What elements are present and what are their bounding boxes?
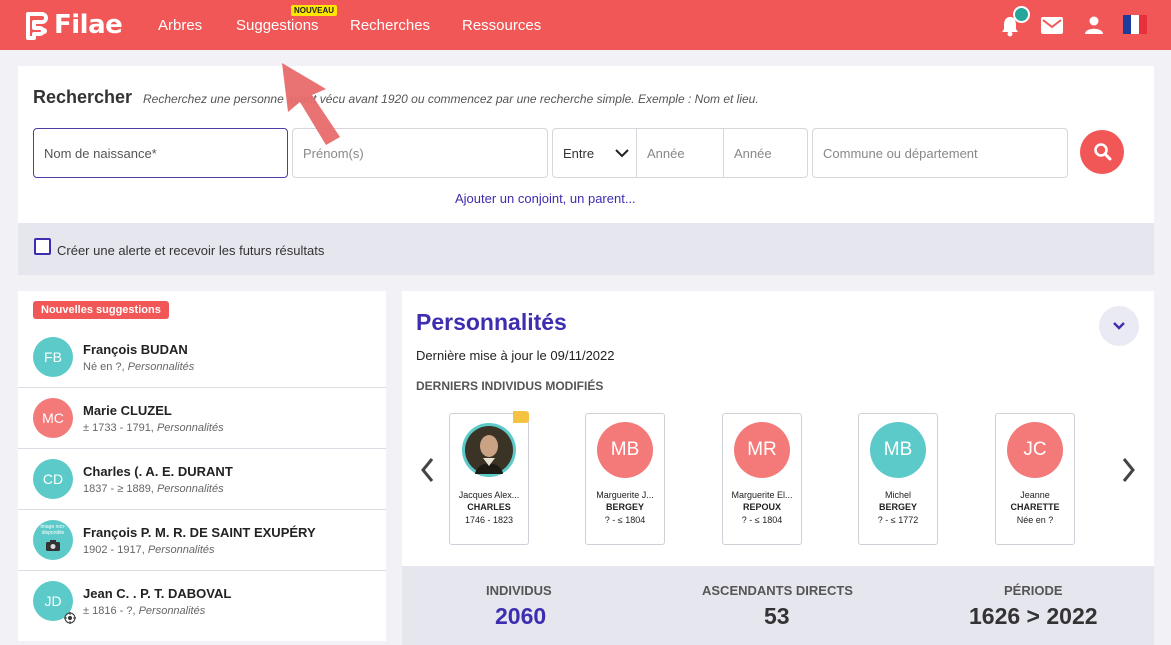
card-first-name: Michel — [884, 490, 911, 500]
stat-value-individus[interactable]: 2060 — [495, 603, 546, 630]
range-select-value: Entre — [563, 145, 595, 161]
new-badge: NOUVEAU — [291, 5, 338, 16]
tag-marker — [513, 411, 529, 423]
section-heading: DERNIERS INDIVIDUS MODIFIÉS — [416, 379, 604, 393]
card-last-name: CHARETTE — [1010, 502, 1060, 512]
user-icon[interactable] — [1085, 16, 1103, 34]
pointer-arrow — [282, 63, 340, 145]
avatar: JC — [1007, 422, 1063, 478]
suggestion-name: François BUDAN — [83, 342, 188, 357]
suggestion-item[interactable]: CD Charles (. A. E. DURANT 1837 - ≥ 1889… — [18, 449, 386, 510]
avatar: MC — [33, 398, 73, 438]
suggestion-item[interactable]: JD Jean C. . P. T. DABOVAL ± 1816 - ?, P… — [18, 571, 386, 632]
suggestion-meta: ± 1733 - 1791, Personnalités — [83, 422, 224, 434]
carousel-next-icon[interactable] — [1122, 457, 1136, 483]
avatar: MR — [734, 422, 790, 478]
nav-suggestions[interactable]: Suggestions — [236, 17, 319, 34]
search-subtitle: Recherchez une personne ayant vécu avant… — [143, 92, 759, 106]
card-dates: 1746 - 1823 — [464, 515, 514, 525]
add-relative-link[interactable]: Ajouter un conjoint, un parent... — [455, 191, 636, 206]
stat-label-ascendants: ASCENDANTS DIRECTS — [702, 583, 853, 598]
suggestion-meta: Né en ?, Personnalités — [83, 361, 195, 373]
filae-logo[interactable]: Filae — [24, 10, 123, 40]
collapse-button[interactable] — [1099, 306, 1139, 346]
person-card[interactable]: MB Michel BERGEY ? - ≤ 1772 — [858, 413, 938, 545]
card-dates: ? - ≤ 1772 — [877, 515, 919, 525]
suggestion-name: François P. M. R. DE SAINT EXUPÉRY — [83, 525, 316, 540]
personalities-title: Personnalités — [416, 309, 567, 335]
suggestion-item[interactable]: Image non-disponible François P. M. R. D… — [18, 510, 386, 571]
alert-label: Créer une alerte et recevoir les futurs … — [57, 243, 325, 258]
card-last-name: BERGEY — [878, 502, 917, 512]
suggestion-item[interactable]: FB François BUDAN Né en ?, Personnalités — [18, 327, 386, 388]
card-dates: ? - ≤ 1804 — [741, 515, 783, 525]
location-input[interactable]: Commune ou département — [812, 128, 1068, 178]
stat-label-periode: PÉRIODE — [1004, 583, 1063, 598]
new-suggestions-badge: Nouvelles suggestions — [33, 301, 169, 319]
avatar: MB — [870, 422, 926, 478]
avatar: MB — [597, 422, 653, 478]
birth-name-input[interactable]: Nom de naissance* — [33, 128, 288, 178]
search-button[interactable] — [1080, 130, 1124, 174]
person-card[interactable]: Jacques Alex... CHARLES 1746 - 1823 — [449, 413, 529, 545]
card-first-name: Jeanne — [1020, 490, 1050, 500]
person-card[interactable]: MR Marguerite El... REPOUX ? - ≤ 1804 — [722, 413, 802, 545]
notification-dot — [1013, 6, 1030, 23]
suggestion-item[interactable]: MC Marie CLUZEL ± 1733 - 1791, Personnal… — [18, 388, 386, 449]
stat-label-individus: INDIVIDUS — [486, 583, 552, 598]
chevron-down-icon — [1113, 321, 1125, 330]
card-last-name: CHARLES — [467, 502, 511, 512]
suggestion-name: Marie CLUZEL — [83, 403, 172, 418]
suggestion-meta: ± 1816 - ?, Personnalités — [83, 605, 206, 617]
nav-ressources[interactable]: Ressources — [462, 17, 541, 34]
year-from-input[interactable]: Année — [636, 128, 724, 178]
nav-arbres[interactable]: Arbres — [158, 17, 202, 34]
person-card[interactable]: MB Marguerite J... BERGEY ? - ≤ 1804 — [585, 413, 665, 545]
suggestion-meta: 1902 - 1917, Personnalités — [83, 544, 215, 556]
last-update-text: Dernière mise à jour le 09/11/2022 — [416, 348, 615, 363]
mail-icon[interactable] — [1041, 17, 1063, 34]
avatar: FB — [33, 337, 73, 377]
range-select[interactable]: Entre — [552, 128, 637, 178]
card-dates: ? - ≤ 1804 — [604, 515, 646, 525]
year-to-input[interactable]: Année — [723, 128, 808, 178]
nav-recherches[interactable]: Recherches — [350, 17, 430, 34]
avatar: CD — [33, 459, 73, 499]
person-card[interactable]: JC Jeanne CHARETTE Née en ? — [995, 413, 1075, 545]
brand-name: Filae — [54, 10, 123, 40]
suggestion-name: Jean C. . P. T. DABOVAL — [83, 586, 232, 601]
chevron-down-icon — [615, 149, 629, 158]
stat-value-ascendants: 53 — [764, 603, 790, 629]
suggestion-name: Charles (. A. E. DURANT — [83, 464, 233, 479]
flag-fr-icon[interactable] — [1123, 15, 1147, 34]
crosshair-icon — [64, 612, 76, 624]
card-dates: Née en ? — [1016, 515, 1054, 525]
portrait-image — [462, 423, 516, 477]
filae-logo-icon — [26, 12, 48, 40]
card-last-name: REPOUX — [742, 502, 781, 512]
card-first-name: Marguerite J... — [596, 490, 654, 500]
card-first-name: Jacques Alex... — [458, 490, 520, 500]
stat-value-periode: 1626 > 2022 — [969, 603, 1098, 629]
image-unavailable-avatar: Image non-disponible — [33, 520, 73, 560]
camera-icon — [46, 540, 60, 551]
search-title: Rechercher — [33, 87, 133, 107]
search-icon — [1094, 143, 1112, 161]
card-first-name: Marguerite El... — [731, 490, 793, 500]
card-last-name: BERGEY — [605, 502, 644, 512]
carousel-prev-icon[interactable] — [420, 457, 434, 483]
alert-checkbox[interactable] — [34, 238, 51, 255]
suggestion-meta: 1837 - ≥ 1889, Personnalités — [83, 483, 224, 495]
image-unavailable-text: Image non-disponible — [40, 524, 66, 536]
